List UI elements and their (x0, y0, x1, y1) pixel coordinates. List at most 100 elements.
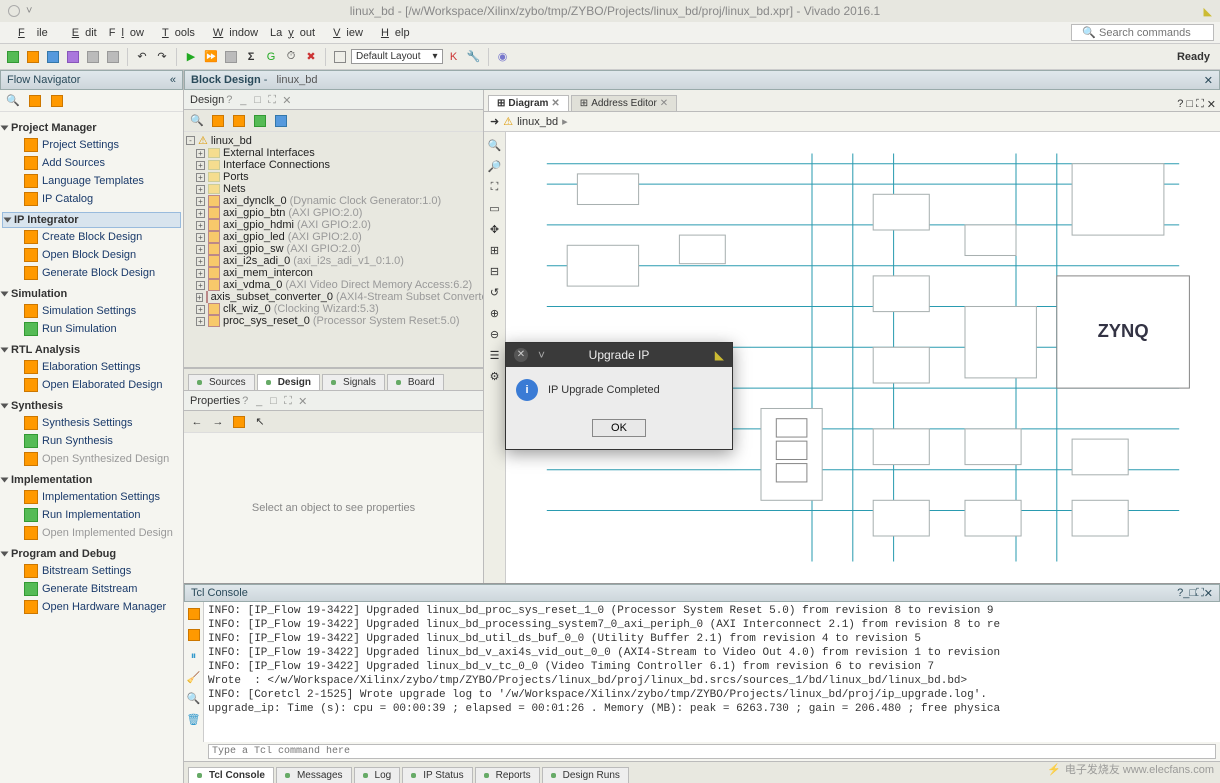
design-row[interactable]: +Interface Connections (186, 159, 481, 171)
menu-edit[interactable]: Edit (66, 27, 97, 39)
nav-item-run-implementation[interactable]: Run Implementation (2, 506, 181, 524)
close-tab-icon[interactable]: ✕ (551, 98, 559, 109)
dialog-dropdown-icon[interactable]: ˅ (538, 348, 545, 362)
nav-item-synthesis-settings[interactable]: Synthesis Settings (2, 414, 181, 432)
tool-circle-icon[interactable]: ◉ (494, 48, 512, 66)
command-search-input[interactable] (1099, 27, 1209, 39)
design-row[interactable]: +axi_i2s_adi_0 (axi_i2s_adi_v1_0:1.0) (186, 255, 481, 267)
menu-flow[interactable]: Flow (109, 27, 144, 39)
design-row[interactable]: +clk_wiz_0 (Clocking Wizard:5.3) (186, 303, 481, 315)
collapse-icon[interactable]: « (170, 74, 176, 86)
cv-6-icon[interactable]: ⊞ (486, 241, 504, 259)
expand-icon[interactable] (1, 404, 9, 409)
dialog-titlebar[interactable]: ✕ ˅ Upgrade IP ◣ (506, 343, 732, 367)
open-icon[interactable] (24, 48, 42, 66)
cv-7-icon[interactable]: ⊟ (486, 262, 504, 280)
tool6-icon[interactable] (104, 48, 122, 66)
expand-icon[interactable]: + (196, 233, 205, 242)
expand-icon[interactable]: + (196, 221, 205, 230)
nav-item-open-elaborated-design[interactable]: Open Elaborated Design (2, 376, 181, 394)
nav-section-ip-integrator[interactable]: IP Integrator (14, 214, 79, 226)
expand-icon[interactable]: + (196, 173, 205, 182)
nav-expand-icon[interactable] (48, 92, 66, 110)
expand-icon[interactable] (1, 126, 9, 131)
nav-item-open-implemented-design[interactable]: Open Implemented Design (2, 524, 181, 542)
nav-item-project-settings[interactable]: Project Settings (2, 136, 181, 154)
canvas-tab-diagram[interactable]: ⊞ Diagram ✕ (488, 95, 569, 111)
expand-icon[interactable]: + (196, 317, 205, 326)
restore-icon[interactable]: □ (254, 94, 266, 106)
expand-icon[interactable]: + (196, 209, 205, 218)
nav-item-open-synthesized-design[interactable]: Open Synthesized Design (2, 450, 181, 468)
expand-icon[interactable]: + (196, 185, 205, 194)
layout1-icon[interactable] (331, 48, 349, 66)
nav-item-open-block-design[interactable]: Open Block Design (2, 246, 181, 264)
console-tab-tcl-console[interactable]: Tcl Console (188, 767, 274, 783)
menu-help[interactable]: Help (375, 27, 410, 39)
design-row[interactable]: +Ports (186, 171, 481, 183)
tool-sigma-icon[interactable]: Σ (242, 48, 260, 66)
expand-icon[interactable]: + (196, 269, 205, 278)
close-tab-icon[interactable]: ✕ (660, 98, 668, 109)
menu-file[interactable]: File (12, 27, 54, 39)
help-icon[interactable]: ? (242, 395, 254, 407)
bc-arrow-icon[interactable]: ➜ (490, 115, 499, 128)
tool-k-icon[interactable]: K (445, 48, 463, 66)
design-row[interactable]: +Nets (186, 183, 481, 195)
expand-icon[interactable]: + (196, 149, 205, 158)
maximize-icon[interactable]: ⛶ (268, 94, 280, 106)
expand-icon[interactable]: - (186, 136, 195, 145)
nav-section-program-and-debug[interactable]: Program and Debug (11, 548, 116, 560)
expand-icon[interactable] (1, 292, 9, 297)
close-panel-icon[interactable]: ✕ (298, 395, 310, 407)
cv-zoomout-icon[interactable]: 🔎 (486, 157, 504, 175)
design-row[interactable]: +axi_gpio_hdmi (AXI GPIO:2.0) (186, 219, 481, 231)
nav-search-icon[interactable]: 🔍 (4, 92, 22, 110)
dt-b-icon[interactable] (272, 112, 290, 130)
console-tab-ip-status[interactable]: IP Status (402, 767, 472, 783)
con-pause-icon[interactable]: ⏸ (185, 647, 203, 665)
menu-layout[interactable]: Layout (270, 27, 315, 39)
tab-signals[interactable]: Signals (322, 374, 385, 390)
cv-select-icon[interactable]: ▭ (486, 199, 504, 217)
bc-name[interactable]: linux_bd (517, 116, 558, 128)
nav-item-elaboration-settings[interactable]: Elaboration Settings (2, 358, 181, 376)
cv-8-icon[interactable]: ↺ (486, 283, 504, 301)
expand-icon[interactable]: + (196, 161, 205, 170)
expand-icon[interactable] (1, 478, 9, 483)
nav-item-create-block-design[interactable]: Create Block Design (2, 228, 181, 246)
maximize-icon[interactable]: ⛶ (1196, 98, 1204, 111)
expand-icon[interactable]: + (196, 293, 203, 302)
minimize-icon[interactable]: _ (256, 395, 268, 407)
con-clear-icon[interactable]: 🧹 (185, 668, 203, 686)
nav-item-bitstream-settings[interactable]: Bitstream Settings (2, 562, 181, 580)
canvas-tab-address-editor[interactable]: ⊞ Address Editor ✕ (571, 95, 677, 111)
cv-12-icon[interactable]: ⚙ (486, 367, 504, 385)
help-icon[interactable]: ? (1177, 98, 1183, 111)
nav-item-language-templates[interactable]: Language Templates (2, 172, 181, 190)
expand-icon[interactable]: + (196, 281, 205, 290)
design-row[interactable]: +axi_mem_intercon (186, 267, 481, 279)
restore-icon[interactable]: □ (270, 395, 282, 407)
console-tab-log[interactable]: Log (354, 767, 401, 783)
tool-wrench-icon[interactable]: 🔧 (465, 48, 483, 66)
nav-section-rtl-analysis[interactable]: RTL Analysis (11, 344, 80, 356)
new-icon[interactable] (4, 48, 22, 66)
con-collapse-icon[interactable] (185, 605, 203, 623)
tool-x-icon[interactable]: ✖ (302, 48, 320, 66)
cv-11-icon[interactable]: ☰ (486, 346, 504, 364)
layout-select[interactable]: Default Layout ▾ (351, 49, 443, 64)
window-close-icon[interactable] (8, 5, 20, 17)
nav-section-simulation[interactable]: Simulation (11, 288, 67, 300)
cv-pan-icon[interactable]: ✥ (486, 220, 504, 238)
dt-collapse-icon[interactable] (209, 112, 227, 130)
design-row[interactable]: +External Interfaces (186, 147, 481, 159)
console-output[interactable]: INFO: [IP_Flow 19-3422] Upgraded linux_b… (204, 602, 1220, 742)
nav-item-simulation-settings[interactable]: Simulation Settings (2, 302, 181, 320)
expand-icon[interactable] (1, 552, 9, 557)
run-icon[interactable]: ▶ (182, 48, 200, 66)
close-editor-icon[interactable]: ✕ (1207, 98, 1216, 111)
tab-design[interactable]: Design (257, 374, 320, 390)
expand-icon[interactable]: + (196, 305, 205, 314)
nav-section-implementation[interactable]: Implementation (11, 474, 92, 486)
